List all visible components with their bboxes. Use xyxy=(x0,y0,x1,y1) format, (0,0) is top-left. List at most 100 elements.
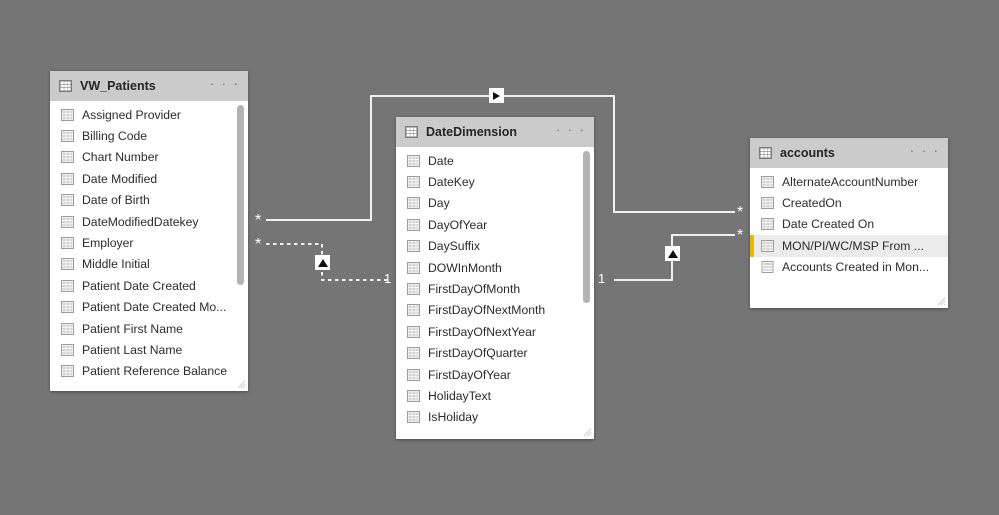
column-icon xyxy=(61,279,74,292)
field-label: FirstDayOfNextYear xyxy=(428,324,536,339)
cardinality-marker: * xyxy=(737,204,744,221)
field-label: Date Created On xyxy=(782,217,875,232)
column-icon xyxy=(761,239,774,252)
field-row[interactable]: DOWInMonth xyxy=(396,257,594,278)
field-row[interactable]: DateModifiedDatekey xyxy=(50,211,248,232)
table-card-datedimension[interactable]: DateDimension · · · Date DateKey Day DayOfYea… xyxy=(396,117,594,439)
field-label: FirstDayOfNextMonth xyxy=(428,303,546,318)
column-icon xyxy=(61,215,74,228)
field-row[interactable]: IsHoliday xyxy=(396,407,594,428)
vertical-scrollbar[interactable] xyxy=(583,151,590,303)
field-row[interactable]: DateKey xyxy=(396,171,594,192)
column-icon xyxy=(407,261,420,274)
field-label: MON/PI/WC/MSP From ... xyxy=(782,238,924,253)
field-label: Middle Initial xyxy=(82,257,150,272)
column-icon xyxy=(407,197,420,210)
field-row[interactable]: DayOfYear xyxy=(396,214,594,235)
column-icon xyxy=(407,389,420,402)
field-row[interactable]: Assigned Provider xyxy=(50,104,248,125)
column-icon xyxy=(761,218,774,231)
field-label: FirstDayOfYear xyxy=(428,367,511,382)
table-header[interactable]: VW_Patients · · · xyxy=(50,71,248,101)
field-row[interactable]: Patient Reference Balance xyxy=(50,361,248,382)
cardinality-marker: 1 xyxy=(384,271,392,286)
table-icon xyxy=(405,126,418,138)
field-label: Patient Last Name xyxy=(82,342,183,357)
column-icon xyxy=(407,325,420,338)
cardinality-marker: * xyxy=(255,212,262,229)
triangle-glyph xyxy=(317,258,328,267)
table-card-accounts[interactable]: accounts · · · AlternateAccountNumber Creat… xyxy=(750,138,948,308)
field-row[interactable]: Chart Number xyxy=(50,147,248,168)
field-row[interactable]: Date Modified xyxy=(50,168,248,189)
field-row[interactable]: FirstDayOfQuarter xyxy=(396,343,594,364)
column-icon xyxy=(407,154,420,167)
column-icon xyxy=(61,108,74,121)
field-label: FirstDayOfMonth xyxy=(428,282,521,297)
arrow-up-icon[interactable] xyxy=(315,255,330,270)
field-label: Day xyxy=(428,196,450,211)
table-header[interactable]: DateDimension · · · xyxy=(396,117,594,147)
field-row[interactable]: Employer xyxy=(50,232,248,253)
more-options-icon[interactable]: · · · xyxy=(910,144,940,159)
field-row[interactable]: Middle Initial xyxy=(50,254,248,275)
column-icon xyxy=(407,368,420,381)
table-icon xyxy=(759,147,772,159)
field-label: Chart Number xyxy=(82,150,159,165)
field-row[interactable]: Patient First Name xyxy=(50,318,248,339)
field-label: Patient First Name xyxy=(82,321,183,336)
field-row[interactable]: CreatedOn xyxy=(750,192,948,213)
table-card-vw-patients[interactable]: VW_Patients · · · Assigned Provider Billing… xyxy=(50,71,248,391)
field-label: Patient Date Created Mo... xyxy=(82,300,227,315)
more-options-icon[interactable]: · · · xyxy=(210,77,240,92)
field-label: Employer xyxy=(82,236,134,251)
measure-icon xyxy=(761,261,774,274)
field-label: Patient Date Created xyxy=(82,278,196,293)
column-icon xyxy=(61,301,74,314)
field-row[interactable]: DaySuffix xyxy=(396,236,594,257)
arrow-up-icon[interactable] xyxy=(665,246,680,261)
field-row[interactable]: FirstDayOfNextYear xyxy=(396,321,594,342)
field-label: DayOfYear xyxy=(428,217,488,232)
table-title: DateDimension xyxy=(426,125,517,139)
more-options-icon[interactable]: · · · xyxy=(556,123,586,138)
column-icon xyxy=(61,365,74,378)
field-row[interactable]: Patient Last Name xyxy=(50,339,248,360)
column-icon xyxy=(407,304,420,317)
column-icon xyxy=(61,151,74,164)
column-icon xyxy=(61,130,74,143)
table-header[interactable]: accounts · · · xyxy=(750,138,948,168)
field-row[interactable]: Day xyxy=(396,193,594,214)
column-icon xyxy=(407,176,420,189)
column-icon xyxy=(761,197,774,210)
column-icon xyxy=(407,218,420,231)
column-icon xyxy=(61,258,74,271)
field-row[interactable]: Date of Birth xyxy=(50,190,248,211)
field-row[interactable]: FirstDayOfYear xyxy=(396,364,594,385)
field-row[interactable]: Patient Date Created xyxy=(50,275,248,296)
field-row[interactable]: MON/PI/WC/MSP From ... xyxy=(750,235,948,257)
field-list: AlternateAccountNumber CreatedOn Date Crea… xyxy=(750,168,948,308)
field-label: HolidayText xyxy=(428,388,491,403)
triangle-glyph xyxy=(667,249,678,258)
field-row[interactable]: FirstDayOfMonth xyxy=(396,278,594,299)
field-label: AlternateAccountNumber xyxy=(782,174,919,189)
field-row[interactable]: Billing Code xyxy=(50,125,248,146)
field-label: Assigned Provider xyxy=(82,107,181,122)
field-label: IsHoliday xyxy=(428,410,479,425)
column-icon xyxy=(61,322,74,335)
field-row[interactable]: FirstDayOfNextMonth xyxy=(396,300,594,321)
field-row[interactable]: Accounts Created in Mon... xyxy=(750,257,948,278)
field-row[interactable]: Date xyxy=(396,150,594,171)
field-label: Date xyxy=(428,153,454,168)
field-row[interactable]: HolidayText xyxy=(396,385,594,406)
column-icon xyxy=(407,347,420,360)
field-row[interactable]: Date Created On xyxy=(750,214,948,235)
column-icon xyxy=(61,237,74,250)
field-row[interactable]: Patient Date Created Mo... xyxy=(50,297,248,318)
field-label: DateModifiedDatekey xyxy=(82,214,199,229)
arrow-right-icon[interactable] xyxy=(489,88,504,103)
vertical-scrollbar[interactable] xyxy=(237,105,244,285)
model-relationship-canvas[interactable]: * * 1 1 * * VW_Patients · · · Assigned Provider… xyxy=(0,0,999,515)
field-row[interactable]: AlternateAccountNumber xyxy=(750,171,948,192)
